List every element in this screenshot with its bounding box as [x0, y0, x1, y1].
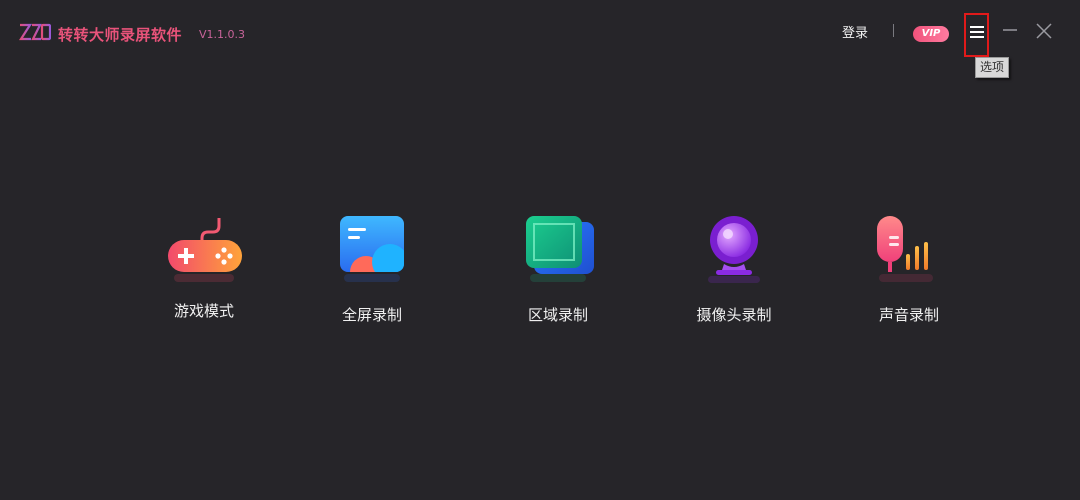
minimize-icon — [1003, 29, 1017, 31]
app-logo-icon — [18, 22, 52, 44]
app-title: 转转大师录屏软件 — [58, 26, 183, 44]
menu-icon — [970, 26, 984, 38]
close-icon — [1036, 23, 1052, 39]
mode-fullscreen[interactable]: 全屏录制 — [302, 212, 442, 324]
app-window: 转转大师录屏软件 V1.1.0.3 登录 VIP 选项 游戏模式 全屏录制 区域… — [0, 0, 1080, 500]
close-button[interactable] — [1036, 23, 1052, 39]
minimize-button[interactable] — [1002, 22, 1018, 38]
microphone-icon — [869, 212, 949, 292]
app-version: V1.1.0.3 — [199, 28, 246, 41]
region-icon — [518, 212, 598, 292]
vip-button[interactable]: VIP — [913, 26, 949, 42]
mode-fullscreen-label: 全屏录制 — [341, 306, 402, 324]
login-button[interactable]: 登录 — [842, 22, 868, 41]
mode-audio-label: 声音录制 — [878, 306, 939, 324]
mode-webcam[interactable]: 摄像头录制 — [664, 212, 804, 324]
options-menu-button[interactable] — [964, 13, 989, 57]
mode-game-label: 游戏模式 — [173, 302, 234, 320]
mode-webcam-label: 摄像头录制 — [696, 306, 772, 324]
webcam-icon — [694, 212, 774, 292]
menu-tooltip: 选项 — [975, 57, 1010, 78]
header-divider — [893, 24, 894, 37]
mode-region[interactable]: 区域录制 — [488, 212, 628, 324]
mode-audio[interactable]: 声音录制 — [839, 212, 979, 324]
mode-game[interactable]: 游戏模式 — [134, 212, 274, 320]
fullscreen-icon — [332, 212, 412, 292]
mode-region-label: 区域录制 — [527, 306, 588, 324]
gamepad-icon — [164, 212, 244, 292]
